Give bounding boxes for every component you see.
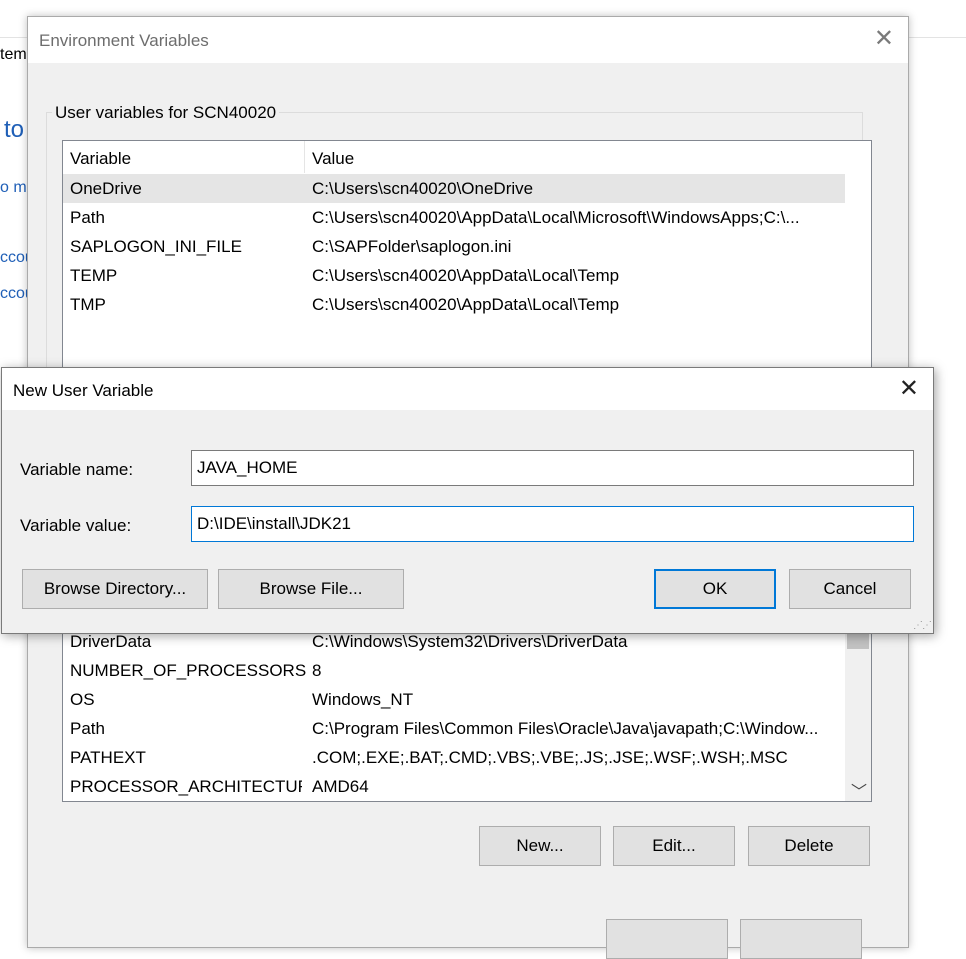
variable-value: C:\SAPFolder\saplogon.ini xyxy=(312,237,512,256)
delete-system-variable-button[interactable]: Delete xyxy=(748,826,870,866)
edit-system-variable-button[interactable]: Edit... xyxy=(613,826,735,866)
table-row[interactable]: Path C:\Users\scn40020\AppData\Local\Mic… xyxy=(63,203,845,232)
background-link[interactable]: ccou xyxy=(0,285,27,303)
user-variables-label: User variables for SCN40020 xyxy=(52,103,280,123)
variable-name: PROCESSOR_ARCHITECTURE xyxy=(70,777,302,796)
new-system-variable-button[interactable]: New... xyxy=(479,826,601,866)
column-separator[interactable] xyxy=(304,141,305,173)
variable-value: 8 xyxy=(312,661,322,680)
variable-value: C:\Users\scn40020\AppData\Local\Temp xyxy=(312,295,620,314)
variable-name: TEMP xyxy=(70,266,118,285)
new-user-variable-dialog: New User Variable ✕ Variable name: Varia… xyxy=(1,367,934,634)
browse-directory-button[interactable]: Browse Directory... xyxy=(22,569,208,609)
variable-value: Windows_NT xyxy=(312,690,414,709)
background-link[interactable]: o m xyxy=(0,179,27,197)
background-fragment: to xyxy=(4,116,25,143)
variable-value: .COM;.EXE;.BAT;.CMD;.VBS;.VBE;.JS;.JSE;.… xyxy=(312,748,788,767)
variable-name: OneDrive xyxy=(70,179,142,198)
env-ok-button[interactable] xyxy=(606,919,728,959)
table-row[interactable]: Path C:\Program Files\Common Files\Oracl… xyxy=(63,714,845,743)
resize-grip-icon[interactable]: ⋰⋰ xyxy=(913,620,932,631)
table-row[interactable]: TMP C:\Users\scn40020\AppData\Local\Temp xyxy=(63,290,845,319)
variable-name: Path xyxy=(70,208,105,227)
vertical-scrollbar[interactable]: ﹀ xyxy=(845,627,871,801)
variable-name: DriverData xyxy=(70,632,152,651)
variable-name: OS xyxy=(70,690,95,709)
env-cancel-button[interactable] xyxy=(740,919,862,959)
column-header-value[interactable]: Value xyxy=(312,149,354,169)
table-row[interactable]: NUMBER_OF_PROCESSORS 8 xyxy=(63,656,845,685)
variable-value: C:\Users\scn40020\AppData\Local\Temp xyxy=(312,266,620,285)
variable-value: C:\Windows\System32\Drivers\DriverData xyxy=(312,632,628,651)
system-variables-list[interactable]: DriverData C:\Windows\System32\Drivers\D… xyxy=(62,627,872,802)
variable-name: SAPLOGON_INI_FILE xyxy=(70,237,242,256)
close-icon[interactable]: ✕ xyxy=(899,377,919,401)
variable-value: C:\Users\scn40020\OneDrive xyxy=(312,179,534,198)
cancel-button[interactable]: Cancel xyxy=(789,569,911,609)
variable-name: Path xyxy=(70,719,105,738)
variable-value: C:\Program Files\Common Files\Oracle\Jav… xyxy=(312,719,819,738)
variable-value: C:\Users\scn40020\AppData\Local\Microsof… xyxy=(312,208,800,227)
table-row[interactable]: TEMP C:\Users\scn40020\AppData\Local\Tem… xyxy=(63,261,845,290)
list-header: Variable Value xyxy=(63,141,845,173)
user-variables-list[interactable]: Variable Value OneDrive C:\Users\scn4002… xyxy=(62,140,872,382)
variable-name-label: Variable name: xyxy=(20,460,134,479)
table-row[interactable]: PATHEXT .COM;.EXE;.BAT;.CMD;.VBS;.VBE;.J… xyxy=(63,743,845,772)
table-row[interactable]: OS Windows_NT xyxy=(63,685,845,714)
variable-name: TMP xyxy=(70,295,106,314)
dialog-title: Environment Variables xyxy=(39,31,209,50)
ok-button[interactable]: OK xyxy=(654,569,776,609)
variable-name: NUMBER_OF_PROCESSORS xyxy=(70,661,307,680)
column-header-variable[interactable]: Variable xyxy=(70,149,131,169)
variable-name-input[interactable] xyxy=(191,450,914,486)
variable-value-label: Variable value: xyxy=(20,516,132,535)
close-icon[interactable]: ✕ xyxy=(874,27,894,51)
browse-file-button[interactable]: Browse File... xyxy=(218,569,404,609)
title-bar: New User Variable ✕ xyxy=(2,368,933,410)
dialog-title: New User Variable xyxy=(13,381,154,400)
table-row[interactable]: PROCESSOR_ARCHITECTURE AMD64 xyxy=(63,772,845,801)
title-bar: Environment Variables ✕ xyxy=(28,17,908,63)
background-link[interactable]: ccou xyxy=(0,249,27,267)
variable-value-input[interactable] xyxy=(191,506,914,542)
variable-name: PATHEXT xyxy=(70,748,146,767)
variable-value: AMD64 xyxy=(312,777,369,796)
background-fragment: tem xyxy=(0,46,27,63)
table-row[interactable]: SAPLOGON_INI_FILE C:\SAPFolder\saplogon.… xyxy=(63,232,845,261)
table-row[interactable]: OneDrive C:\Users\scn40020\OneDrive xyxy=(63,174,845,203)
chevron-down-icon[interactable]: ﹀ xyxy=(851,778,867,801)
